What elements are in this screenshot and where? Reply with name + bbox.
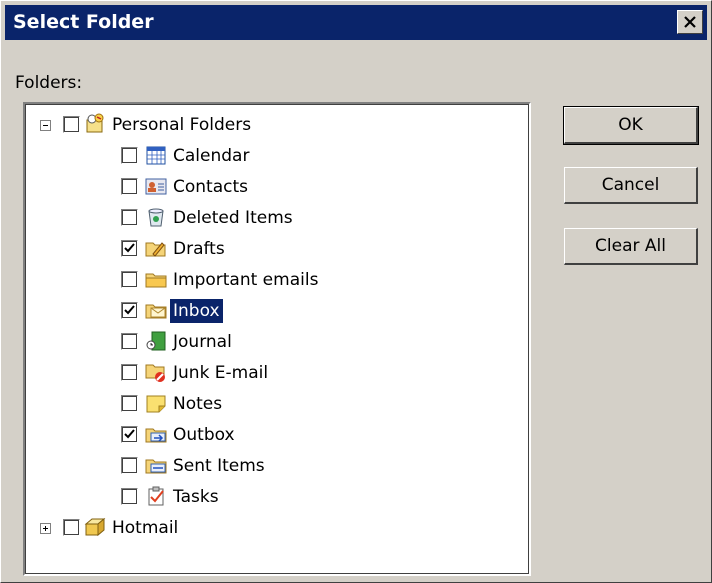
tree-label[interactable]: Sent Items [170,454,268,478]
tree-label[interactable]: Calendar [170,144,252,168]
tree-label[interactable]: Deleted Items [170,206,296,230]
journal-icon [145,330,167,352]
checkmark-icon [124,243,135,253]
tree-label-hotmail[interactable]: Hotmail [109,516,181,540]
checkbox-tasks[interactable] [121,488,138,505]
outbox-icon [145,423,167,445]
hotmail-folder-icon [84,516,106,538]
inbox-icon [145,299,167,321]
close-icon [684,16,696,28]
checkbox-journal[interactable] [121,333,138,350]
expand-toggle[interactable] [40,523,51,534]
checkbox-inbox[interactable] [121,302,138,319]
tree-label[interactable]: Notes [170,392,225,416]
checkbox-important-emails[interactable] [121,271,138,288]
tree-label[interactable]: Drafts [170,237,228,261]
checkbox-drafts[interactable] [121,240,138,257]
calendar-icon [145,144,167,166]
tree-label[interactable]: Junk E-mail [170,361,271,385]
checkbox-hotmail[interactable] [63,519,80,536]
tree-label[interactable]: Inbox [169,298,224,324]
checkbox-calendar[interactable] [121,147,138,164]
collapse-toggle[interactable] [40,120,51,131]
junk-email-icon [145,361,167,383]
contacts-icon [145,175,167,197]
select-folder-dialog: Select Folder Folders: Personal Folders [0,0,712,583]
folders-label: Folders: [15,73,83,93]
checkbox-notes[interactable] [121,395,138,412]
folder-icon [145,268,167,290]
dialog-title: Select Folder [13,11,154,33]
checkbox-sent-items[interactable] [121,457,138,474]
sent-items-icon [145,454,167,476]
deleted-items-icon [145,206,167,228]
folder-tree[interactable]: Personal Folders Calendar Contacts Delet… [23,102,531,576]
notes-icon [145,392,167,414]
checkbox-personal-folders[interactable] [63,116,80,133]
drafts-icon [145,237,167,259]
tree-label[interactable]: Tasks [170,485,222,509]
tree-label[interactable]: Outbox [170,423,238,447]
close-button[interactable] [677,10,703,34]
checkbox-contacts[interactable] [121,178,138,195]
ok-button[interactable]: OK [563,106,699,145]
tree-label[interactable]: Contacts [170,175,251,199]
cancel-button[interactable]: Cancel [564,167,698,204]
title-bar: Select Folder [5,5,707,40]
tasks-icon [145,485,167,507]
tree-label[interactable]: Journal [170,330,235,354]
checkbox-deleted-items[interactable] [121,209,138,226]
personal-folders-icon [84,113,106,135]
tree-label-personal-folders[interactable]: Personal Folders [109,113,254,137]
checkbox-outbox[interactable] [121,426,138,443]
tree-label[interactable]: Important emails [170,268,321,292]
checkbox-junk-email[interactable] [121,364,138,381]
clear-all-button[interactable]: Clear All [564,228,698,265]
checkmark-icon [124,429,135,439]
checkmark-icon [124,305,135,315]
